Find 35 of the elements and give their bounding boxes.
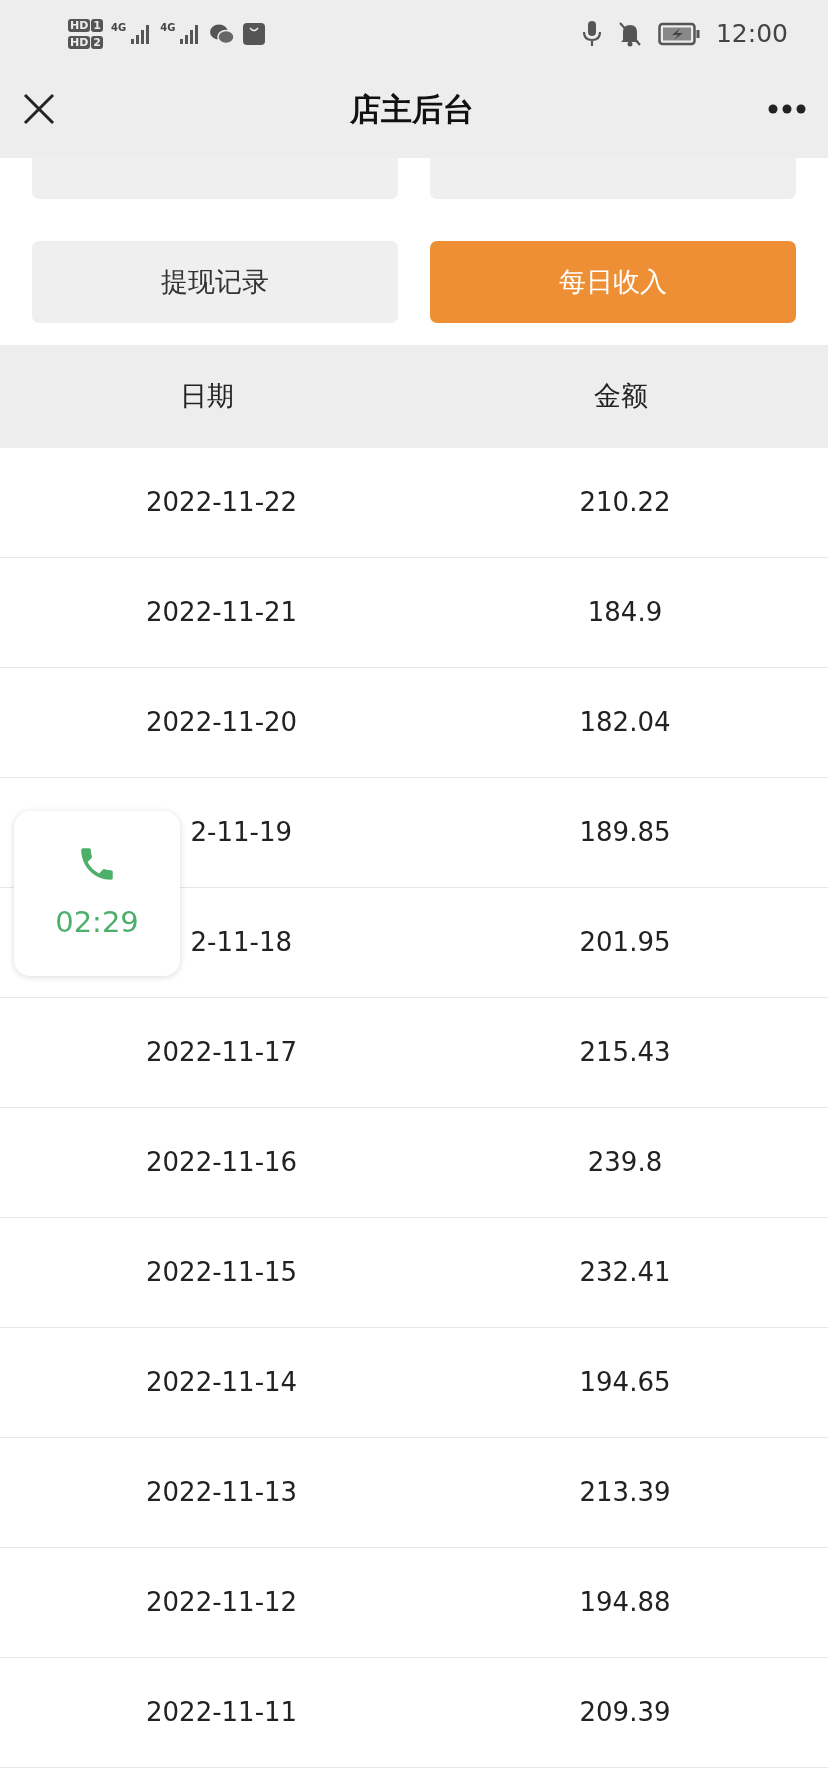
amount-cell-text: 239.8 [587,1146,663,1179]
microphone-icon [581,20,602,48]
chat-app-icon [209,23,236,45]
amount-cell-text: 201.95 [579,926,671,959]
amount-cell-text: 194.65 [579,1366,671,1399]
call-widget[interactable]: 02:29 [14,811,180,976]
column-header: 金额 [594,379,648,414]
muted-bell-icon [617,21,642,47]
sim-label: HD [68,19,91,32]
amount-cell-text: 213.39 [579,1476,671,1509]
amount-cell-text: 209.39 [579,1696,671,1729]
amount-cell-text: 184.9 [587,596,663,629]
amount-cell-text: 232.41 [579,1256,671,1289]
column-header: 日期 [180,379,234,414]
close-icon[interactable] [22,92,56,126]
network-label: 4G [160,23,176,33]
sim-slot: 2 [91,36,103,49]
call-duration: 02:29 [55,903,139,941]
sim-label: HD [68,36,91,49]
amount-cell-text: 210.22 [579,486,671,519]
amount-cell-text: 194.88 [579,1586,671,1619]
tab-button[interactable]: 每日收入 [430,241,796,323]
page-title: 店主后台 [350,89,474,129]
amount-cell-text: 189.85 [579,816,671,849]
amount-cell-text: 215.43 [579,1036,671,1069]
app-store-icon [243,23,266,45]
date-cell-text: 2-11-18 [189,926,292,959]
battery-charging-icon [657,22,700,46]
tab-button[interactable]: 提现记录 [32,241,398,323]
date-cell-text: 2-11-19 [189,816,292,849]
network-label: 4G [111,23,127,33]
more-icon[interactable] [768,104,806,114]
amount-cell-text: 182.04 [579,706,671,739]
status-time: 12:00 [715,18,788,51]
sim-slot: 1 [91,19,103,32]
